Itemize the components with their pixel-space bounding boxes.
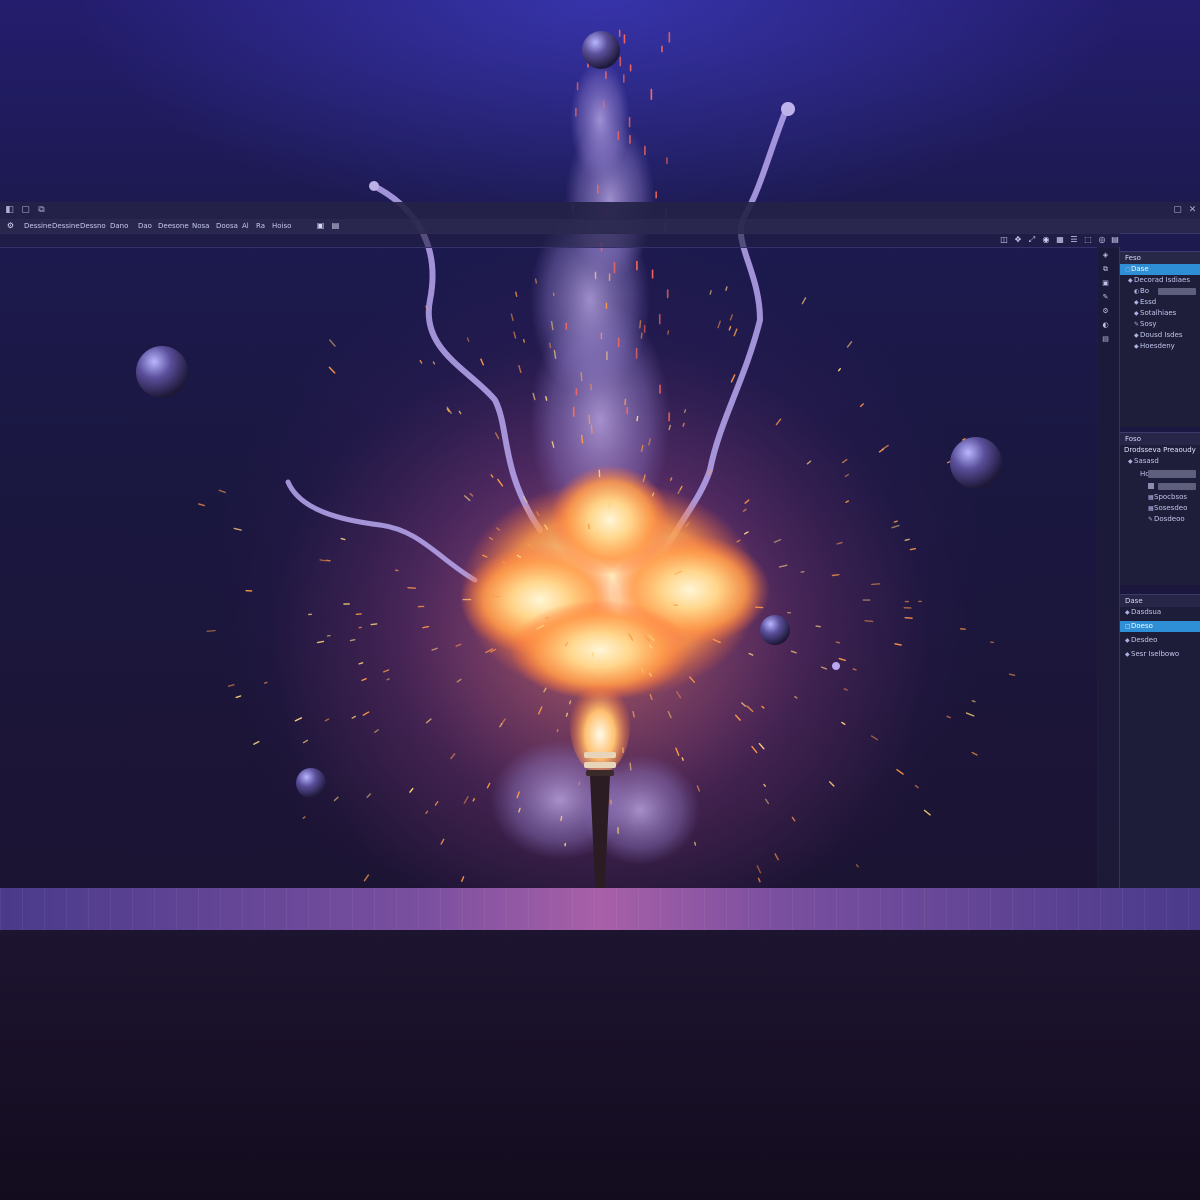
scale-icon[interactable]: ⤢ — [1027, 235, 1037, 245]
floor-grid — [0, 888, 1200, 930]
toolbar-item[interactable]: Hoiso — [272, 220, 291, 232]
camera-icon[interactable]: ◎ — [1097, 235, 1107, 245]
object-icon[interactable]: ▣ — [1101, 279, 1110, 288]
value-field[interactable] — [1158, 483, 1196, 490]
panel-toggle-icon[interactable]: ▤ — [331, 221, 340, 230]
data-icon[interactable]: ▤ — [1101, 335, 1110, 344]
name-field[interactable] — [1158, 288, 1196, 295]
outliner-item[interactable]: ◐Bo — [1120, 286, 1200, 297]
layer-item[interactable]: ◆Desdeo — [1120, 635, 1200, 646]
settings-icon[interactable]: ⚙ — [6, 221, 15, 230]
layer-item[interactable]: ◆Dasdsua — [1120, 607, 1200, 618]
view-mode-icon[interactable]: ◫ — [999, 235, 1009, 245]
orb — [582, 31, 620, 69]
layers-title: Dase — [1120, 595, 1200, 607]
toolbar-item[interactable]: Al — [242, 220, 249, 232]
shading-icon[interactable]: ◉ — [1041, 235, 1051, 245]
layer-item[interactable]: ▢Doeso — [1120, 621, 1200, 632]
property-row[interactable] — [1120, 481, 1200, 492]
property-row[interactable]: ✎Dosdeoo — [1120, 514, 1200, 525]
toolbar-item[interactable]: Nosa — [192, 220, 209, 232]
property-row[interactable]: ◆Sasasd — [1120, 456, 1200, 467]
toolbar-item[interactable]: Ra — [256, 220, 265, 232]
property-row[interactable]: Hd — [1120, 467, 1200, 481]
outliner-item[interactable]: ◆Hoesdeny — [1120, 341, 1200, 352]
grid-toggle-icon[interactable]: ▣ — [316, 221, 325, 230]
toolbar-item[interactable]: Dessno — [80, 220, 106, 232]
tool-strip: ◈ ⧉ ▣ ✎ ⚙ ◐ ▤ — [1097, 247, 1120, 888]
modifier-icon[interactable]: ⚙ — [1101, 307, 1110, 316]
app-menu-icon[interactable]: ◧ — [5, 206, 14, 215]
move-icon[interactable]: ✥ — [1013, 235, 1023, 245]
title-bar: ◧ ▢ ⧉ ▢ ✕ — [0, 202, 1200, 220]
frame-icon[interactable]: ⬚ — [1083, 235, 1093, 245]
menu-icon[interactable]: ☰ — [1069, 235, 1079, 245]
toolbar-item[interactable]: Dessine — [24, 220, 52, 232]
layers-icon[interactable]: ▤ — [1110, 235, 1120, 245]
value-field[interactable] — [1148, 470, 1196, 478]
duplicate-icon[interactable]: ⧉ — [1101, 265, 1110, 274]
properties-panel: Foso Drodsseva Preaoudy ◆Sasasd Hd ▦Spoc… — [1120, 432, 1200, 585]
outliner-panel: Feso ▢Dase ◆Decorad Isdiaes ◐Bo ◆Essd ◆S… — [1120, 251, 1200, 427]
outliner-item[interactable]: ✎Sosy — [1120, 319, 1200, 330]
toolbar-item[interactable]: Doosa — [216, 220, 238, 232]
properties-subtitle: Drodsseva Preaoudy — [1124, 446, 1196, 454]
main-toolbar: ⚙ Dessine Dessine Dessno Dano Dao Deeson… — [0, 219, 1200, 234]
outliner-item[interactable]: ◆Sotalhiaes — [1120, 308, 1200, 319]
layer-item[interactable]: ◆Sesr Iselbowo — [1120, 649, 1200, 660]
outliner-title: Feso — [1120, 252, 1200, 264]
grid-icon[interactable]: ▦ — [1055, 235, 1065, 245]
toolbar-item[interactable]: Dano — [110, 220, 128, 232]
layout-icon[interactable]: ▢ — [21, 206, 30, 215]
property-row[interactable]: ▦Sosesdeo — [1120, 503, 1200, 514]
outliner-item[interactable]: ◆Essd — [1120, 297, 1200, 308]
viewport-header: ◫ ✥ ⤢ ◉ ▦ ☰ ⬚ ◎ ▤ — [0, 233, 1120, 248]
toolbar-item[interactable]: Dao — [138, 220, 152, 232]
outliner-item[interactable]: ◆Decorad Isdiaes — [1120, 275, 1200, 286]
stage-front — [0, 930, 1200, 1200]
select-icon[interactable]: ◈ — [1101, 251, 1110, 260]
property-row[interactable]: ▦Spocbsos — [1120, 492, 1200, 503]
maximize-icon[interactable]: ▢ — [1173, 206, 1182, 215]
close-icon[interactable]: ✕ — [1188, 206, 1197, 215]
outliner-item[interactable]: ▢Dase — [1120, 264, 1200, 275]
toolbar-item[interactable]: Dessine — [52, 220, 80, 232]
windows-icon[interactable]: ⧉ — [37, 206, 46, 215]
toolbar-item[interactable]: Deesone — [158, 220, 189, 232]
material-icon[interactable]: ◐ — [1101, 321, 1110, 330]
properties-title: Foso — [1120, 433, 1200, 445]
outliner-item[interactable]: ◆Dousd Isdes — [1120, 330, 1200, 341]
edit-icon[interactable]: ✎ — [1101, 293, 1110, 302]
swatch-icon — [1148, 483, 1154, 489]
layers-panel: Dase ◆Dasdsua ▢Doeso ◆Desdeo ◆Sesr Iselb… — [1120, 594, 1200, 889]
3d-viewport[interactable] — [0, 247, 1098, 888]
ground-plane — [0, 888, 1200, 931]
